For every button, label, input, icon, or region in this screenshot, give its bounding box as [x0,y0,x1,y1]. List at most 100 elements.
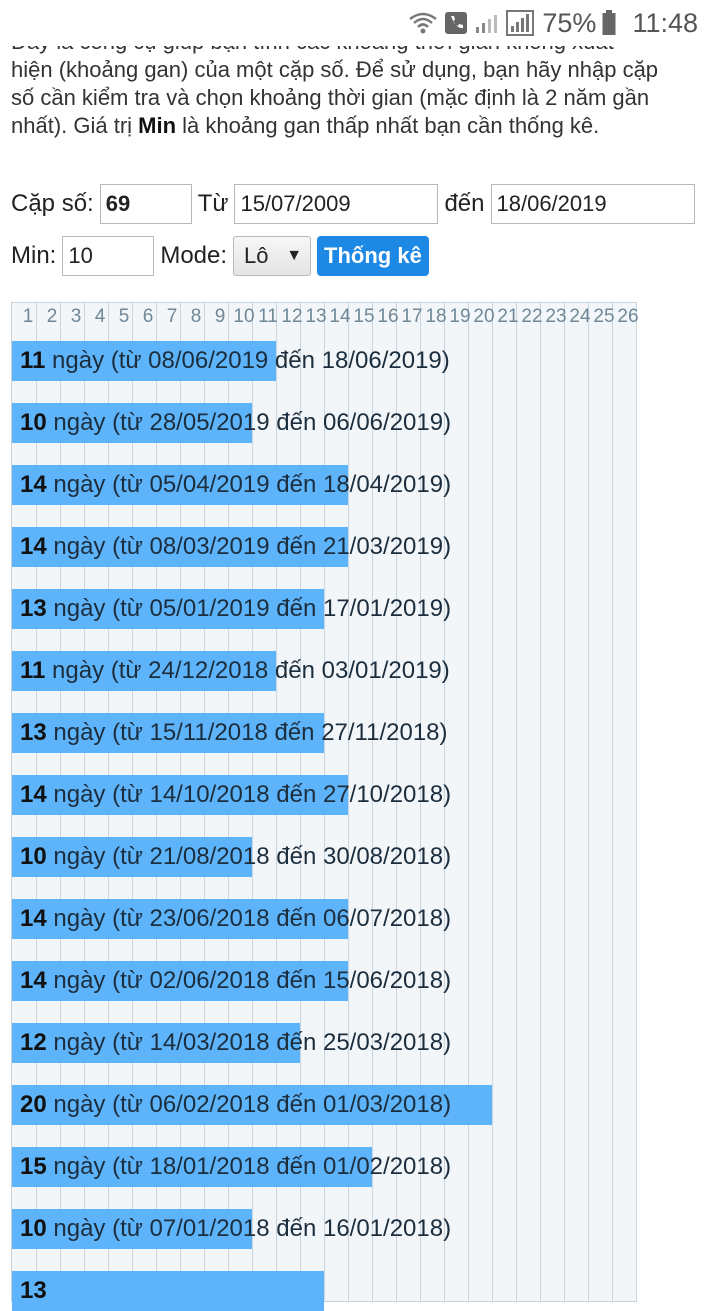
gap-days: 14 [20,781,47,808]
x-tick-label: 18 [425,306,447,327]
min-label: Min: [11,242,57,269]
gap-days: 13 [20,595,47,622]
mode-label: Mode: [160,242,228,269]
gap-label: 14 ngày (từ 02/06/2018 đến 15/06/2018) [20,961,451,1001]
gap-label: 12 ngày (từ 14/03/2018 đến 25/03/2018) [20,1023,451,1063]
status-bar: 75% 11:48 [0,0,720,46]
gap-label: 20 ngày (từ 06/02/2018 đến 01/03/2018) [20,1085,451,1125]
x-tick-label: 25 [593,306,615,327]
x-tick-label: 9 [214,306,226,327]
gap-row: 12 ngày (từ 14/03/2018 đến 25/03/2018) [12,1023,632,1063]
to-date-input[interactable] [490,184,695,224]
gap-bar [12,1271,324,1311]
gap-range: ngày (từ 06/02/2018 đến 01/03/2018) [46,1091,452,1118]
x-tick-label: 12 [281,306,303,327]
gap-chart: 1 2 3 4 5 6 7 8 9 10 11 12 13 14 15 16 17 18 19 20 21 22 23 24 2… [11,302,639,1311]
pair-input[interactable] [99,184,192,224]
x-tick-label: 10 [233,306,255,327]
gap-range: ngày (từ 14/03/2018 đến 25/03/2018) [46,1029,452,1056]
x-tick-label: 20 [473,306,495,327]
gap-days: 10 [20,1215,47,1242]
x-tick-label: 6 [142,306,154,327]
gap-range: ngày (từ 08/03/2019 đến 21/03/2019) [46,533,452,560]
x-tick-label: 24 [569,306,591,327]
mode-select[interactable]: Lô ▼ [233,236,312,276]
gap-label: 14 ngày (từ 23/06/2018 đến 06/07/2018) [20,899,451,939]
gap-row: 13 ngày (từ 05/01/2019 đến 17/01/2019) [12,589,632,629]
grid-line [636,303,637,1301]
gap-label: 14 ngày (từ 05/04/2019 đến 18/04/2019) [20,465,451,505]
chevron-down-icon: ▼ [286,247,303,264]
gap-label: 11 ngày (từ 08/06/2019 đến 18/06/2019) [20,341,450,381]
x-tick-label: 5 [118,306,130,327]
x-tick-label: 4 [94,306,106,327]
x-tick-label: 19 [449,306,471,327]
clock: 11:48 [632,7,698,38]
gap-range: ngày (từ 07/01/2018 đến 16/01/2018) [46,1215,452,1242]
gap-days: 13 [20,1277,47,1304]
gap-days: 15 [20,1153,47,1180]
x-tick-label: 11 [258,306,278,327]
gap-row: 14 ngày (từ 23/06/2018 đến 06/07/2018) [12,899,632,939]
gap-days: 14 [20,967,47,994]
call-icon [445,12,468,34]
gap-range: ngày (từ 14/10/2018 đến 27/10/2018) [46,781,452,808]
gap-days: 20 [20,1091,47,1118]
from-label: Từ [197,190,229,217]
x-tick-label: 2 [46,306,58,327]
gap-label: 13 ngày (từ 05/01/2019 đến 17/01/2019) [20,589,451,629]
x-tick-label: 7 [166,306,178,327]
gap-label: 10 ngày (từ 07/01/2018 đến 16/01/2018) [20,1209,451,1249]
wifi-icon [409,12,438,34]
gap-days: 13 [20,719,47,746]
gap-row: 10 ngày (từ 21/08/2018 đến 30/08/2018) [12,837,632,877]
gap-days: 12 [20,1029,47,1056]
gap-days: 14 [20,905,47,932]
gap-days: 14 [20,471,47,498]
intro-line: nhất). Giá trị Min là khoảng gan thấp nh… [11,112,711,140]
signal-icon [506,10,535,36]
x-tick-label: 1 [22,306,34,327]
intro-line: hiện (khoảng gan) của một cặp số. Để sử … [11,57,659,82]
mode-value: Lô [244,243,269,268]
x-tick-label: 16 [377,306,399,327]
gap-range: ngày (từ 23/06/2018 đến 06/07/2018) [46,905,452,932]
from-date-input[interactable] [234,184,439,224]
intro-text: nhất). Giá trị [11,113,139,138]
gap-row: 14 ngày (từ 05/04/2019 đến 18/04/2019) [12,465,632,505]
x-tick-label: 14 [329,306,351,327]
gap-range: ngày (từ 21/08/2018 đến 30/08/2018) [46,843,452,870]
gap-range: ngày (từ 02/06/2018 đến 15/06/2018) [46,967,452,994]
x-tick-label: 17 [401,306,423,327]
pair-label: Cặp số: [11,190,94,217]
gap-label: 11 ngày (từ 24/12/2018 đến 03/01/2019) [20,651,450,691]
x-tick-label: 22 [521,306,543,327]
gap-row: 11 ngày (từ 24/12/2018 đến 03/01/2019) [12,651,632,691]
gap-row: 10 ngày (từ 28/05/2019 đến 06/06/2019) [12,403,632,443]
battery-icon [602,10,616,35]
gap-row: 14 ngày (từ 08/03/2019 đến 21/03/2019) [12,527,632,567]
gap-range: ngày (từ 05/04/2019 đến 18/04/2019) [46,471,452,498]
x-tick-label: 21 [497,306,519,327]
x-tick-label: 23 [545,306,567,327]
submit-button[interactable]: Thống kê [317,236,429,276]
gap-label: 10 ngày (từ 28/05/2019 đến 06/06/2019) [20,403,451,443]
gap-range: ngày (từ 28/05/2019 đến 06/06/2019) [46,409,452,436]
x-tick-label: 15 [353,306,375,327]
gap-range: ngày (từ 15/11/2018 đến 27/11/2018) [46,719,448,746]
gap-range: ngày (từ 24/12/2018 đến 03/01/2019) [45,657,450,684]
gap-row: 10 ngày (từ 07/01/2018 đến 16/01/2018) [12,1209,632,1249]
x-tick-label: 26 [617,306,639,327]
intro-line: số cần kiểm tra và chọn khoảng thời gian… [11,85,650,110]
gap-range: ngày (từ 05/01/2019 đến 17/01/2019) [46,595,452,622]
gap-range: ngày (từ 18/01/2018 đến 01/02/2018) [46,1153,452,1180]
min-input[interactable] [62,236,155,276]
gap-days: 11 [20,657,46,684]
x-tick-label: 13 [305,306,327,327]
gap-label: 14 ngày (từ 14/10/2018 đến 27/10/2018) [20,775,451,815]
gap-label: 13 [20,1271,47,1311]
gap-days: 11 [20,347,46,374]
gap-row: 11 ngày (từ 08/06/2019 đến 18/06/2019) [12,341,632,381]
gap-days: 10 [20,843,47,870]
gap-row: 13 [12,1271,632,1311]
